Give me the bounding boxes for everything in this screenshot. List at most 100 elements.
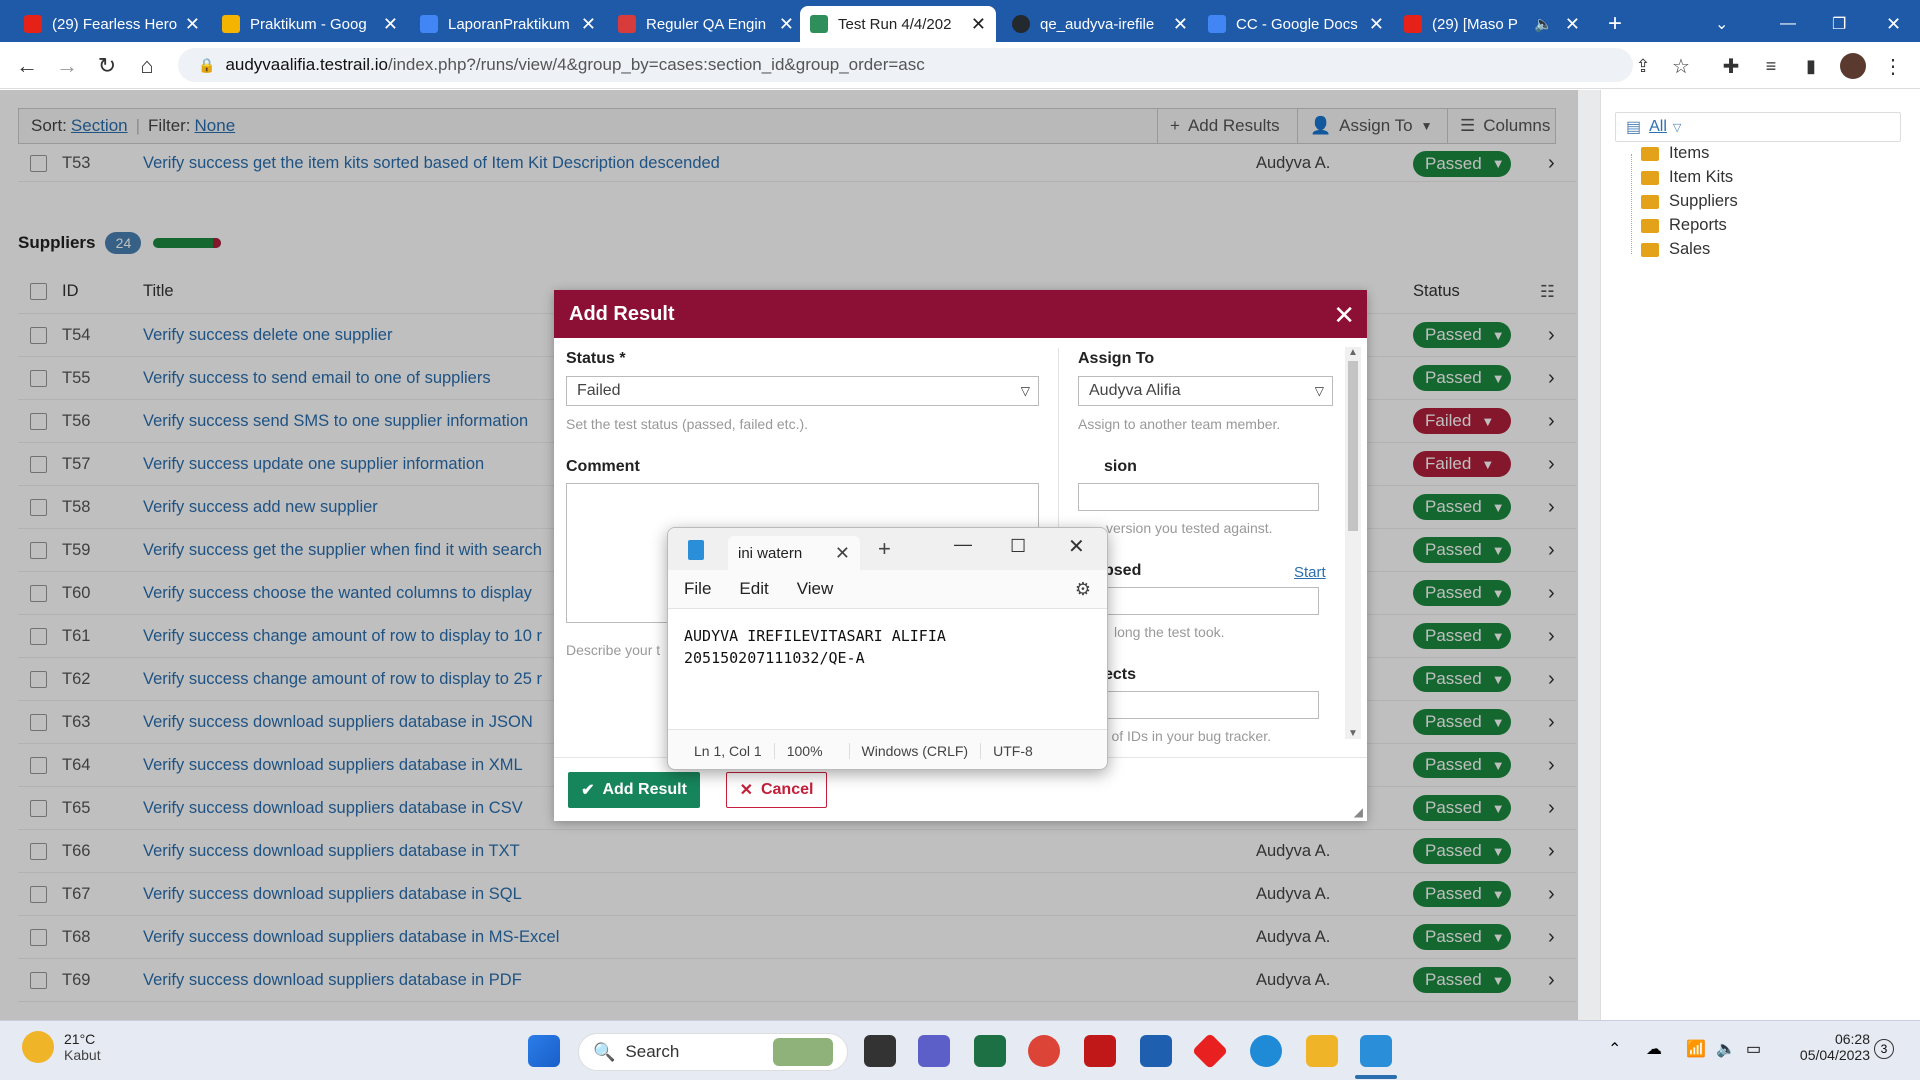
tree-item[interactable]: Sales: [1641, 240, 1710, 259]
minimize-icon[interactable]: —: [954, 534, 972, 555]
tab-search-icon[interactable]: ⌄: [1705, 6, 1735, 42]
browser-tab-strip: (29) Fearless Hero ✕ Praktikum - Goog ✕ La…: [0, 0, 1920, 42]
browser-menu-icon[interactable]: ⋮: [1878, 51, 1908, 81]
menu-edit[interactable]: Edit: [739, 579, 768, 599]
dialog-scrollbar[interactable]: ▲ ▼: [1345, 347, 1361, 739]
home-icon[interactable]: ⌂: [132, 51, 162, 81]
google-docs-icon: [420, 15, 438, 33]
browser-tab[interactable]: (29) Fearless Hero ✕: [14, 6, 210, 42]
address-bar-area: ← → ↻ ⌂ 🔒 audyvaalifia.testrail.io/index…: [0, 42, 1920, 89]
close-tab-icon[interactable]: ✕: [185, 14, 200, 35]
version-input[interactable]: [1078, 483, 1319, 511]
close-icon[interactable]: ✕: [1333, 300, 1355, 331]
sections-sidebar: ▤ All ▽ Items Item Kits Suppliers Report…: [1600, 90, 1920, 1020]
media-control-icon[interactable]: ≡: [1756, 51, 1786, 81]
volume-icon[interactable]: 🔈: [1716, 1039, 1736, 1059]
tab-favicon: [618, 15, 636, 33]
elapsed-input[interactable]: [1078, 587, 1319, 615]
lock-icon: 🔒: [198, 56, 216, 73]
close-tab-icon[interactable]: ✕: [1369, 14, 1384, 35]
active-app-indicator: [1355, 1075, 1397, 1079]
notepad-icon: [688, 540, 704, 560]
bookmark-star-icon[interactable]: ☆: [1666, 51, 1696, 81]
close-tab-icon[interactable]: ✕: [1565, 14, 1580, 35]
chrome-icon[interactable]: [1028, 1035, 1060, 1067]
menu-file[interactable]: File: [684, 579, 711, 599]
browser-tab[interactable]: qe_audyva-irefile ✕: [1002, 6, 1198, 42]
file-explorer-icon[interactable]: [1306, 1035, 1338, 1067]
folder-icon: [1641, 194, 1659, 209]
help-icon[interactable]: [1250, 1035, 1282, 1067]
tree-item[interactable]: Items: [1641, 144, 1709, 163]
reload-icon[interactable]: ↻: [92, 51, 122, 81]
mcafee-icon[interactable]: [1084, 1035, 1116, 1067]
new-tab-button[interactable]: +: [1598, 6, 1632, 42]
maximize-icon[interactable]: ❐: [1822, 6, 1852, 42]
microsoft-store-icon[interactable]: [1140, 1035, 1172, 1067]
scroll-up-icon[interactable]: ▲: [1348, 347, 1358, 358]
taskbar-search[interactable]: 🔍 Search: [578, 1033, 848, 1071]
search-icon: 🔍: [593, 1041, 616, 1062]
notepad-tab[interactable]: ini watern ✕: [728, 536, 860, 570]
defects-input[interactable]: [1078, 691, 1319, 719]
chevron-up-icon[interactable]: ⌃: [1608, 1039, 1621, 1059]
teams-chat-icon[interactable]: [918, 1035, 950, 1067]
gear-icon[interactable]: ⚙: [1075, 579, 1091, 600]
extensions-icon[interactable]: ✚: [1716, 51, 1746, 81]
browser-tab[interactable]: Praktikum - Goog ✕: [212, 6, 408, 42]
forward-icon[interactable]: →: [52, 51, 82, 81]
share-icon[interactable]: ⇪: [1628, 51, 1658, 81]
cancel-button[interactable]: ✕ Cancel: [726, 772, 827, 808]
wifi-icon[interactable]: 📶: [1686, 1039, 1706, 1059]
start-timer-link[interactable]: Start: [1294, 564, 1326, 581]
folder-icon: [1641, 146, 1659, 161]
close-tab-icon[interactable]: ✕: [383, 14, 398, 35]
add-result-button[interactable]: ✔ Add Result: [568, 772, 700, 808]
browser-tab[interactable]: CC - Google Docs ✕: [1198, 6, 1394, 42]
status-select[interactable]: Failed ▽: [566, 376, 1039, 406]
assign-to-select[interactable]: Audyva Alifia ▽: [1078, 376, 1333, 406]
notepad-text-area[interactable]: AUDYVA IREFILEVITASARI ALIFIA 2051502071…: [668, 608, 1107, 730]
excel-icon[interactable]: [974, 1035, 1006, 1067]
close-window-icon[interactable]: ✕: [1876, 6, 1906, 42]
back-icon[interactable]: ←: [12, 51, 42, 81]
network-status-icon[interactable]: ☁: [1646, 1039, 1662, 1059]
clock[interactable]: 06:28 05/04/2023: [1780, 1031, 1870, 1063]
close-tab-icon[interactable]: ✕: [779, 14, 794, 35]
google-docs-icon: [1208, 15, 1226, 33]
folder-icon: [1641, 170, 1659, 185]
maximize-icon[interactable]: ☐: [1010, 536, 1026, 557]
anydesk-icon[interactable]: [1191, 1032, 1229, 1070]
chevron-down-icon: ▽: [1672, 121, 1682, 134]
new-tab-button[interactable]: +: [878, 536, 891, 562]
notification-center-badge[interactable]: 3: [1874, 1039, 1894, 1059]
scroll-down-icon[interactable]: ▼: [1348, 728, 1358, 739]
browser-tab[interactable]: (29) [Maso P 🔈 ✕: [1394, 6, 1590, 42]
close-tab-icon[interactable]: ✕: [581, 14, 596, 35]
close-window-icon[interactable]: ✕: [1068, 534, 1085, 559]
scrollbar-thumb[interactable]: [1348, 361, 1358, 531]
url-input[interactable]: 🔒 audyvaalifia.testrail.io/index.php?/ru…: [178, 48, 1633, 82]
browser-tab[interactable]: Reguler QA Engin ✕: [608, 6, 804, 42]
weather-widget[interactable]: 21°C Kabut: [22, 1031, 101, 1063]
close-tab-icon[interactable]: ✕: [835, 543, 850, 564]
search-highlight-icon: [773, 1038, 833, 1066]
tree-item[interactable]: Item Kits: [1641, 168, 1733, 187]
youtube-icon: [1404, 15, 1422, 33]
windows-start-icon[interactable]: [528, 1035, 560, 1067]
notepad-taskbar-icon[interactable]: [1360, 1035, 1392, 1067]
battery-icon[interactable]: ▭: [1746, 1039, 1761, 1059]
close-tab-icon[interactable]: ✕: [971, 14, 986, 35]
section-filter-dropdown[interactable]: ▤ All ▽: [1615, 112, 1901, 142]
close-tab-icon[interactable]: ✕: [1173, 14, 1188, 35]
side-panel-icon[interactable]: ▮: [1796, 51, 1826, 81]
browser-tab[interactable]: LaporanPraktikum ✕: [410, 6, 606, 42]
resize-handle-icon[interactable]: ◢: [1354, 805, 1363, 819]
minimize-icon[interactable]: —: [1770, 6, 1800, 42]
task-view-icon[interactable]: [864, 1035, 896, 1067]
avatar[interactable]: [1838, 51, 1868, 81]
tree-item[interactable]: Reports: [1641, 216, 1727, 235]
browser-tab-active[interactable]: Test Run 4/4/202 ✕: [800, 6, 996, 42]
menu-view[interactable]: View: [797, 579, 834, 599]
tree-item[interactable]: Suppliers: [1641, 192, 1738, 211]
